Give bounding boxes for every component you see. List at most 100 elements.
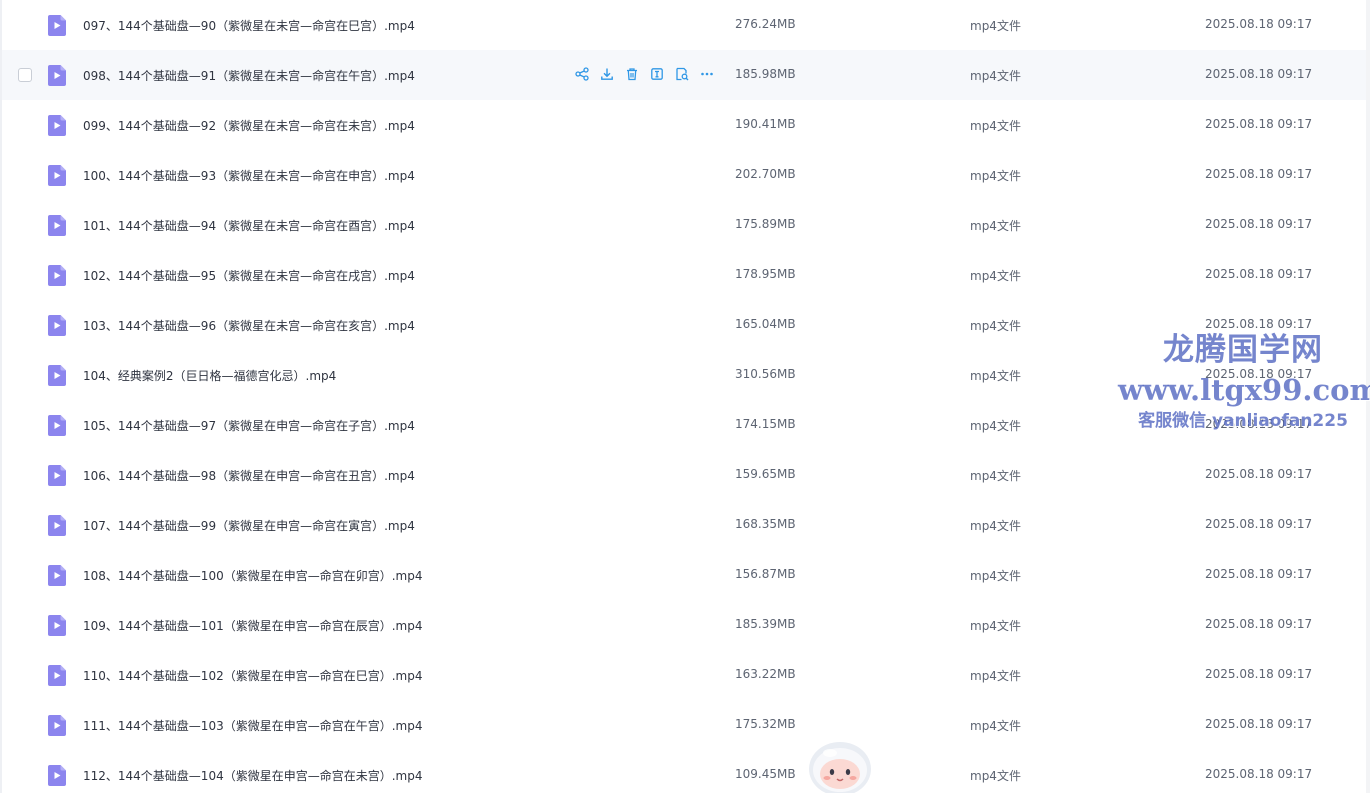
file-type: mp4文件 [970, 419, 1021, 433]
file-name[interactable]: 100、144个基础盘—93（紫微星在未宫—命宫在申宫）.mp4 [83, 167, 415, 184]
file-name[interactable]: 097、144个基础盘—90（紫微星在未宫—命宫在巳宫）.mp4 [83, 17, 415, 34]
file-name[interactable]: 108、144个基础盘—100（紫微星在申宫—命宫在卯宫）.mp4 [83, 567, 422, 584]
file-size: 202.70MB [735, 167, 796, 181]
file-row[interactable]: 103、144个基础盘—96（紫微星在未宫—命宫在亥宫）.mp4 165.04MB… [2, 300, 1368, 350]
video-file-icon [48, 565, 66, 586]
file-row[interactable]: 112、144个基础盘—104（紫微星在申宫—命宫在未宫）.mp4 109.45M… [2, 750, 1368, 793]
file-row[interactable]: 099、144个基础盘—92（紫微星在未宫—命宫在未宫）.mp4 190.41MB… [2, 100, 1368, 150]
file-name[interactable]: 109、144个基础盘—101（紫微星在申宫—命宫在辰宫）.mp4 [83, 617, 422, 634]
file-size: 156.87MB [735, 567, 796, 581]
file-name[interactable]: 101、144个基础盘—94（紫微星在未宫—命宫在酉宫）.mp4 [83, 217, 415, 234]
file-date: 2025.08.18 09:17 [1205, 167, 1313, 181]
file-size: 175.89MB [735, 217, 796, 231]
file-date: 2025.08.18 09:17 [1205, 317, 1313, 331]
file-name[interactable]: 107、144个基础盘—99（紫微星在申宫—命宫在寅宫）.mp4 [83, 517, 415, 534]
file-row[interactable]: 105、144个基础盘—97（紫微星在申宫—命宫在子宫）.mp4 174.15MB… [2, 400, 1368, 450]
file-date: 2025.08.18 09:17 [1205, 617, 1313, 631]
file-list-page: 097、144个基础盘—90（紫微星在未宫—命宫在巳宫）.mp4 276.24MB… [0, 0, 1370, 793]
share-icon[interactable] [574, 66, 590, 82]
file-name[interactable]: 111、144个基础盘—103（紫微星在申宫—命宫在午宫）.mp4 [83, 717, 422, 734]
download-icon[interactable] [599, 66, 615, 82]
row-checkbox[interactable] [18, 68, 32, 82]
file-size: 165.04MB [735, 317, 796, 331]
file-row[interactable]: 101、144个基础盘—94（紫微星在未宫—命宫在酉宫）.mp4 175.89MB… [2, 200, 1368, 250]
file-type: mp4文件 [970, 769, 1021, 783]
file-name[interactable]: 099、144个基础盘—92（紫微星在未宫—命宫在未宫）.mp4 [83, 117, 415, 134]
file-type: mp4文件 [970, 519, 1021, 533]
file-size: 163.22MB [735, 667, 796, 681]
file-row[interactable]: 110、144个基础盘—102（紫微星在申宫—命宫在巳宫）.mp4 163.22M… [2, 650, 1368, 700]
row-actions [574, 66, 715, 82]
file-name[interactable]: 098、144个基础盘—91（紫微星在未宫—命宫在午宫）.mp4 [83, 67, 415, 84]
video-file-icon [48, 615, 66, 636]
scrollbar[interactable] [1366, 0, 1370, 793]
video-file-icon [48, 265, 66, 286]
video-file-icon [48, 65, 66, 86]
video-file-icon [48, 415, 66, 436]
file-size: 175.32MB [735, 717, 796, 731]
video-file-icon [48, 215, 66, 236]
search-file-icon[interactable] [674, 66, 690, 82]
file-date: 2025.08.18 09:17 [1205, 417, 1313, 431]
file-name[interactable]: 110、144个基础盘—102（紫微星在申宫—命宫在巳宫）.mp4 [83, 667, 422, 684]
file-type: mp4文件 [970, 569, 1021, 583]
file-row[interactable]: 107、144个基础盘—99（紫微星在申宫—命宫在寅宫）.mp4 168.35MB… [2, 500, 1368, 550]
delete-icon[interactable] [624, 66, 640, 82]
assistant-mascot-icon[interactable] [808, 739, 872, 793]
video-file-icon [48, 315, 66, 336]
file-row[interactable]: 098、144个基础盘—91（紫微星在未宫—命宫在午宫）.mp4 185.98MB… [2, 50, 1368, 100]
file-type: mp4文件 [970, 469, 1021, 483]
file-size: 190.41MB [735, 117, 796, 131]
video-file-icon [48, 715, 66, 736]
file-row[interactable]: 100、144个基础盘—93（紫微星在未宫—命宫在申宫）.mp4 202.70MB… [2, 150, 1368, 200]
file-size: 168.35MB [735, 517, 796, 531]
video-file-icon [48, 365, 66, 386]
file-name[interactable]: 112、144个基础盘—104（紫微星在申宫—命宫在未宫）.mp4 [83, 767, 422, 784]
file-name[interactable]: 104、经典案例2（巨日格—福德宫化忌）.mp4 [83, 367, 336, 384]
file-type: mp4文件 [970, 719, 1021, 733]
file-type: mp4文件 [970, 669, 1021, 683]
file-date: 2025.08.18 09:17 [1205, 67, 1313, 81]
file-name[interactable]: 105、144个基础盘—97（紫微星在申宫—命宫在子宫）.mp4 [83, 417, 415, 434]
file-type: mp4文件 [970, 369, 1021, 383]
file-size: 159.65MB [735, 467, 796, 481]
file-date: 2025.08.18 09:17 [1205, 717, 1313, 731]
file-date: 2025.08.18 09:17 [1205, 117, 1313, 131]
file-type: mp4文件 [970, 319, 1021, 333]
file-size: 310.56MB [735, 367, 796, 381]
file-type: mp4文件 [970, 119, 1021, 133]
file-list: 097、144个基础盘—90（紫微星在未宫—命宫在巳宫）.mp4 276.24MB… [2, 0, 1370, 793]
file-date: 2025.08.18 09:17 [1205, 567, 1313, 581]
file-size: 109.45MB [735, 767, 796, 781]
file-row[interactable]: 097、144个基础盘—90（紫微星在未宫—命宫在巳宫）.mp4 276.24MB… [2, 0, 1368, 50]
file-row[interactable]: 109、144个基础盘—101（紫微星在申宫—命宫在辰宫）.mp4 185.39M… [2, 600, 1368, 650]
file-row[interactable]: 111、144个基础盘—103（紫微星在申宫—命宫在午宫）.mp4 175.32M… [2, 700, 1368, 750]
file-date: 2025.08.18 09:17 [1205, 367, 1313, 381]
video-file-icon [48, 465, 66, 486]
file-size: 174.15MB [735, 417, 796, 431]
file-date: 2025.08.18 09:17 [1205, 17, 1313, 31]
file-type: mp4文件 [970, 219, 1021, 233]
file-type: mp4文件 [970, 619, 1021, 633]
file-type: mp4文件 [970, 269, 1021, 283]
file-name[interactable]: 102、144个基础盘—95（紫微星在未宫—命宫在戌宫）.mp4 [83, 267, 415, 284]
video-file-icon [48, 515, 66, 536]
video-file-icon [48, 165, 66, 186]
rename-icon[interactable] [649, 66, 665, 82]
file-row[interactable]: 108、144个基础盘—100（紫微星在申宫—命宫在卯宫）.mp4 156.87M… [2, 550, 1368, 600]
file-type: mp4文件 [970, 169, 1021, 183]
file-row[interactable]: 106、144个基础盘—98（紫微星在申宫—命宫在丑宫）.mp4 159.65MB… [2, 450, 1368, 500]
file-size: 178.95MB [735, 267, 796, 281]
more-icon[interactable] [699, 66, 715, 82]
file-date: 2025.08.18 09:17 [1205, 517, 1313, 531]
video-file-icon [48, 765, 66, 786]
file-row[interactable]: 102、144个基础盘—95（紫微星在未宫—命宫在戌宫）.mp4 178.95MB… [2, 250, 1368, 300]
file-type: mp4文件 [970, 19, 1021, 33]
file-size: 185.39MB [735, 617, 796, 631]
video-file-icon [48, 15, 66, 36]
file-name[interactable]: 103、144个基础盘—96（紫微星在未宫—命宫在亥宫）.mp4 [83, 317, 415, 334]
file-row[interactable]: 104、经典案例2（巨日格—福德宫化忌）.mp4 310.56MB mp4文件 202… [2, 350, 1368, 400]
video-file-icon [48, 665, 66, 686]
file-date: 2025.08.18 09:17 [1205, 467, 1313, 481]
file-name[interactable]: 106、144个基础盘—98（紫微星在申宫—命宫在丑宫）.mp4 [83, 467, 415, 484]
